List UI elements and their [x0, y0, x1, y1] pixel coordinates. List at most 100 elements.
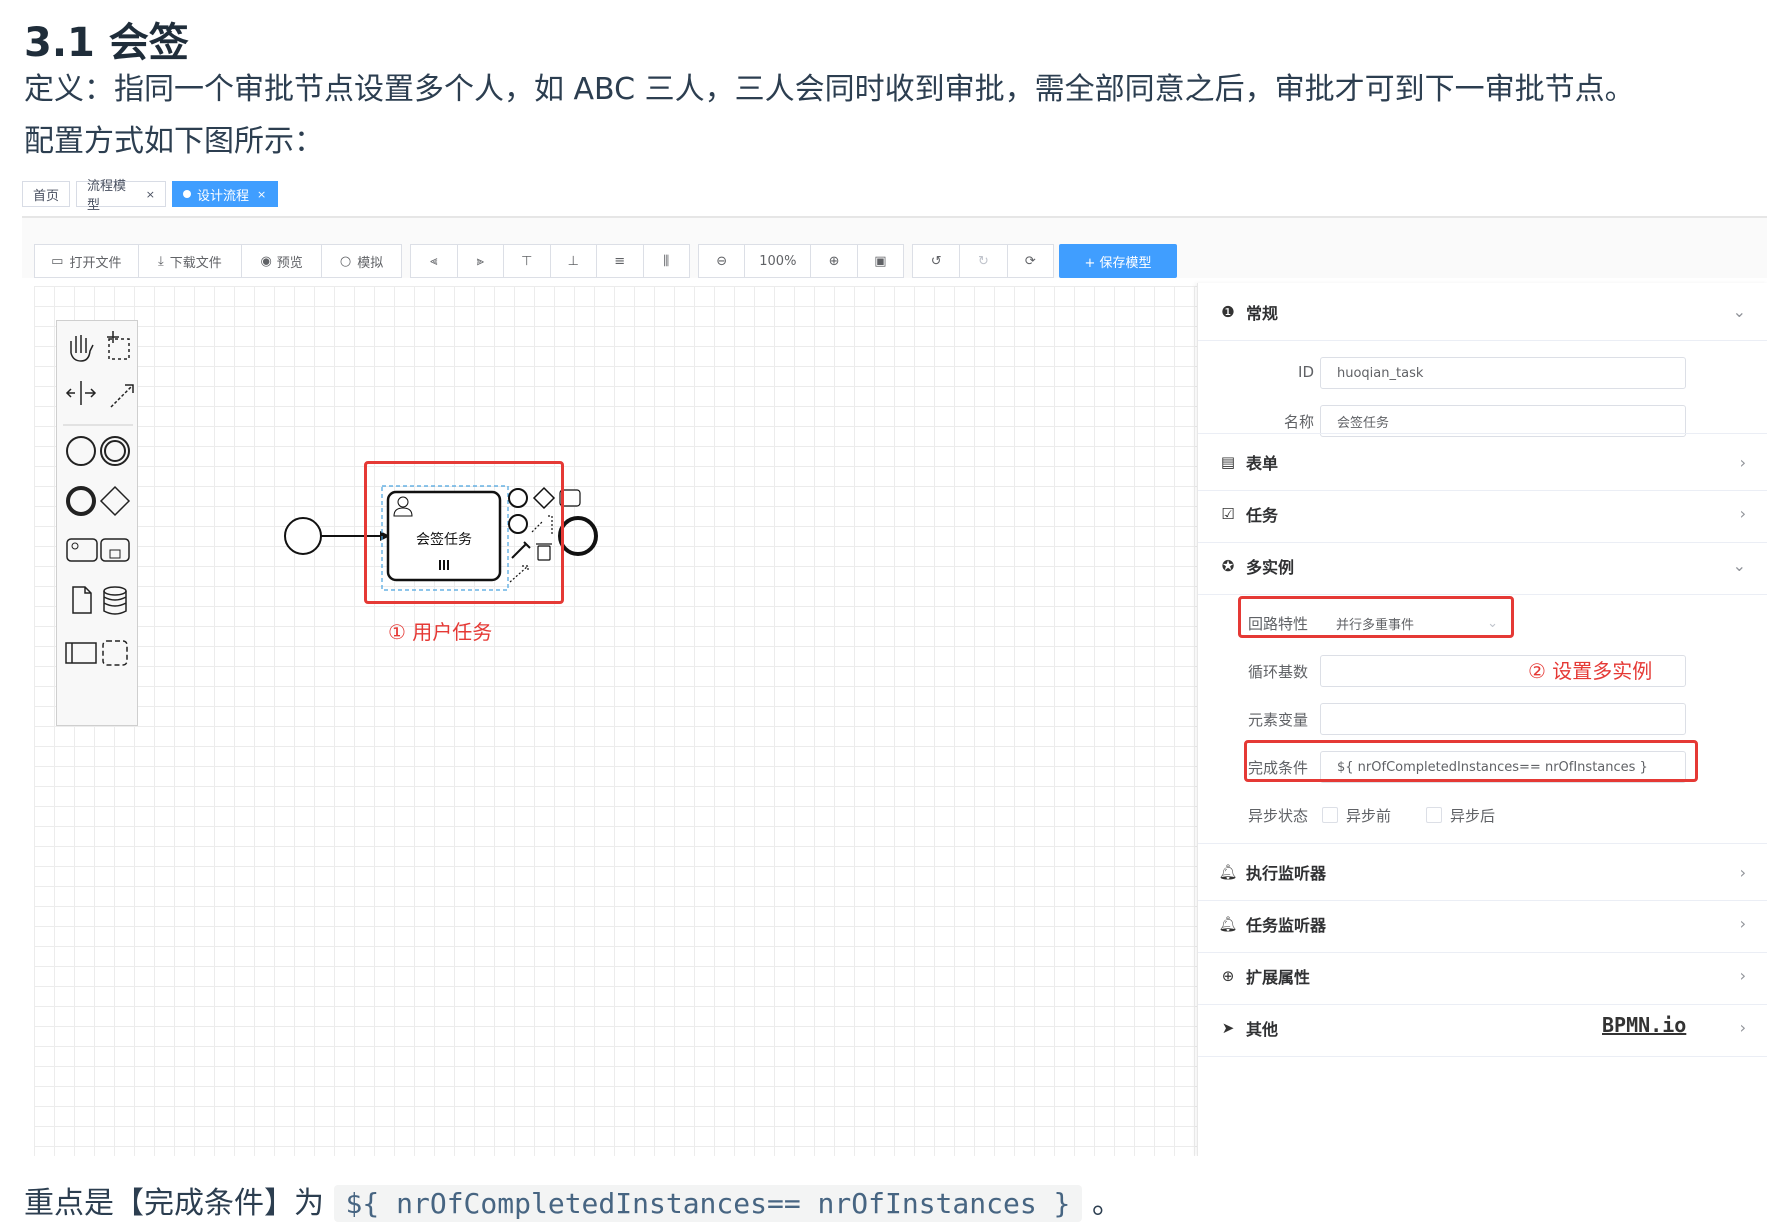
undo-icon[interactable]: ↺ — [913, 245, 961, 277]
section-general[interactable]: ❶ 常规 ⌄ — [1198, 283, 1767, 341]
data-store-icon[interactable] — [103, 586, 127, 615]
global-connect-icon[interactable] — [110, 384, 134, 408]
chevron-right-icon: › — [1739, 966, 1746, 985]
subprocess-icon[interactable] — [100, 538, 130, 562]
async-label: 异步状态 — [1247, 807, 1308, 825]
tab-design-process[interactable]: 设计流程 × — [172, 181, 278, 207]
align-right-icon[interactable]: ⫸ — [458, 245, 504, 277]
async-before-label: 异步前 — [1346, 807, 1392, 825]
chevron-down-icon: ⌄ — [1732, 556, 1746, 575]
element-var-input[interactable] — [1320, 703, 1686, 735]
start-event[interactable] — [284, 517, 322, 555]
intermediate-event-icon[interactable] — [100, 436, 130, 466]
section-extension[interactable]: ⊕ 扩展属性 › — [1198, 947, 1767, 1005]
section-exec-listener[interactable]: 🔔︎ 执行监听器 › — [1198, 843, 1767, 901]
data-object-icon[interactable] — [72, 586, 92, 614]
section-title: 扩展属性 — [1246, 967, 1311, 987]
bpmn-canvas[interactable] — [34, 286, 1199, 1156]
tab-bar: 首页 流程模型 × 设计流程 × — [22, 176, 1767, 218]
active-dot-icon — [183, 190, 191, 198]
preview-button[interactable]: ◉ 预览 — [242, 245, 323, 277]
field-row-cardinality: 循环基数 — [1198, 655, 1767, 691]
lasso-tool-icon[interactable] — [107, 331, 130, 360]
save-model-button[interactable]: + 保存模型 — [1059, 244, 1177, 278]
bpmn-io-logo[interactable]: BPMN.io — [1602, 1013, 1686, 1037]
section-title: 其他 — [1246, 1019, 1279, 1039]
async-before-checkbox[interactable] — [1322, 807, 1338, 823]
annotation-multi-instance: ② 设置多实例 — [1528, 659, 1653, 683]
section-title: 执行监听器 — [1246, 864, 1327, 883]
button-label: 模拟 — [357, 255, 384, 271]
user-task-icon[interactable] — [66, 538, 98, 562]
close-icon[interactable]: × — [257, 188, 266, 201]
field-row-element-var: 元素变量 — [1198, 703, 1767, 739]
zoom-toolbar-group: ⊖ 100% ⊕ ▣ — [698, 244, 904, 278]
designer-screenshot: 首页 流程模型 × 设计流程 × ▭ 打开文件 ⤓ 下载文件 ◉ 预览 ○ 模拟 — [22, 176, 1767, 1156]
group-icon[interactable] — [102, 640, 128, 666]
align-bottom-icon[interactable]: ⊥ — [551, 245, 597, 277]
clipboard-icon: ▤ — [1220, 453, 1236, 471]
zoom-level: 100% — [745, 245, 812, 277]
tab-label: 首页 — [33, 188, 60, 204]
tool-palette — [56, 320, 138, 726]
reset-icon[interactable]: ⟳ — [1008, 245, 1053, 277]
align-middle-icon[interactable]: ⫼ — [644, 245, 690, 277]
footer-prefix: 重点是【完成条件】为 — [24, 1186, 324, 1221]
chevron-right-icon: › — [1739, 914, 1746, 933]
hand-tool-icon[interactable] — [70, 335, 94, 362]
fit-view-icon[interactable]: ▣ — [858, 245, 903, 277]
tab-process-model[interactable]: 流程模型 × — [76, 179, 166, 213]
config-intro-text: 配置方式如下图所示： — [24, 124, 324, 159]
align-toolbar-group: ⫷ ⫸ ⊤ ⊥ ≡ ⫼ — [410, 244, 690, 278]
align-left-icon[interactable]: ⫷ — [411, 245, 458, 277]
chevron-right-icon: › — [1739, 1018, 1746, 1037]
align-top-icon[interactable]: ⊤ — [504, 245, 551, 277]
properties-panel: ❶ 常规 ⌄ ID huoqian_task 名称 会签任务 ▤ 表单 › ☑ … — [1197, 283, 1767, 1156]
align-center-icon[interactable]: ≡ — [597, 245, 644, 277]
field-row-id: ID huoqian_task — [1198, 357, 1767, 393]
zoom-in-icon[interactable]: ⊕ — [811, 245, 858, 277]
section-title: 任务 — [1246, 505, 1279, 525]
folder-icon: ▭ — [51, 253, 64, 269]
simulate-icon: ○ — [339, 253, 352, 269]
simulate-button[interactable]: ○ 模拟 — [322, 245, 401, 277]
definition-text: 定义：指同一个审批节点设置多个人，如 ABC 三人，三人会同时收到审批，需全部同… — [24, 72, 1635, 107]
open-file-button[interactable]: ▭ 打开文件 — [35, 245, 139, 277]
file-toolbar-group: ▭ 打开文件 ⤓ 下载文件 ◉ 预览 ○ 模拟 — [34, 244, 402, 278]
start-event-icon[interactable] — [66, 436, 96, 466]
async-after-checkbox[interactable] — [1426, 807, 1442, 823]
tab-home[interactable]: 首页 — [22, 181, 70, 207]
chevron-right-icon: › — [1739, 862, 1746, 882]
section-title: 常规 — [1246, 303, 1279, 323]
section-title: 任务监听器 — [1246, 915, 1327, 935]
footer-suffix: 。 — [1091, 1186, 1122, 1221]
pool-icon[interactable] — [65, 642, 97, 664]
send-icon: ➤ — [1221, 1018, 1235, 1037]
bell-icon: 🔔︎ — [1218, 863, 1238, 881]
eye-icon: ◉ — [260, 253, 272, 269]
gateway-icon[interactable] — [99, 485, 131, 517]
history-toolbar-group: ↺ ↻ ⟳ — [912, 244, 1054, 278]
end-event-shape[interactable] — [558, 516, 598, 556]
async-after-label: 异步后 — [1450, 807, 1496, 825]
zoom-out-icon[interactable]: ⊖ — [699, 245, 746, 277]
section-task[interactable]: ☑ 任务 › — [1198, 485, 1767, 543]
id-label: ID — [1298, 363, 1314, 381]
footer-text: 重点是【完成条件】为 ${ nrOfCompletedInstances== n… — [24, 1178, 1122, 1222]
download-icon: ⤓ — [158, 253, 164, 269]
section-multi-instance[interactable]: ✪ 多实例 ⌄ — [1198, 537, 1767, 595]
element-var-label: 元素变量 — [1247, 711, 1308, 729]
field-row-async: 异步状态 异步前 异步后 — [1198, 799, 1767, 835]
button-label: 打开文件 — [69, 255, 122, 271]
close-icon[interactable]: × — [146, 188, 155, 201]
chevron-right-icon: › — [1739, 452, 1746, 472]
annotation-box-task — [364, 461, 564, 604]
section-heading: 3.1 会签 — [24, 20, 189, 66]
download-file-button[interactable]: ⤓ 下载文件 — [139, 245, 243, 277]
section-task-listener[interactable]: 🔔︎ 任务监听器 › — [1198, 895, 1767, 953]
end-event-icon[interactable] — [66, 486, 96, 516]
section-form[interactable]: ▤ 表单 › — [1198, 433, 1767, 491]
id-input[interactable]: huoqian_task — [1320, 357, 1686, 389]
redo-icon[interactable]: ↻ — [960, 245, 1008, 277]
space-tool-icon[interactable] — [65, 381, 97, 405]
